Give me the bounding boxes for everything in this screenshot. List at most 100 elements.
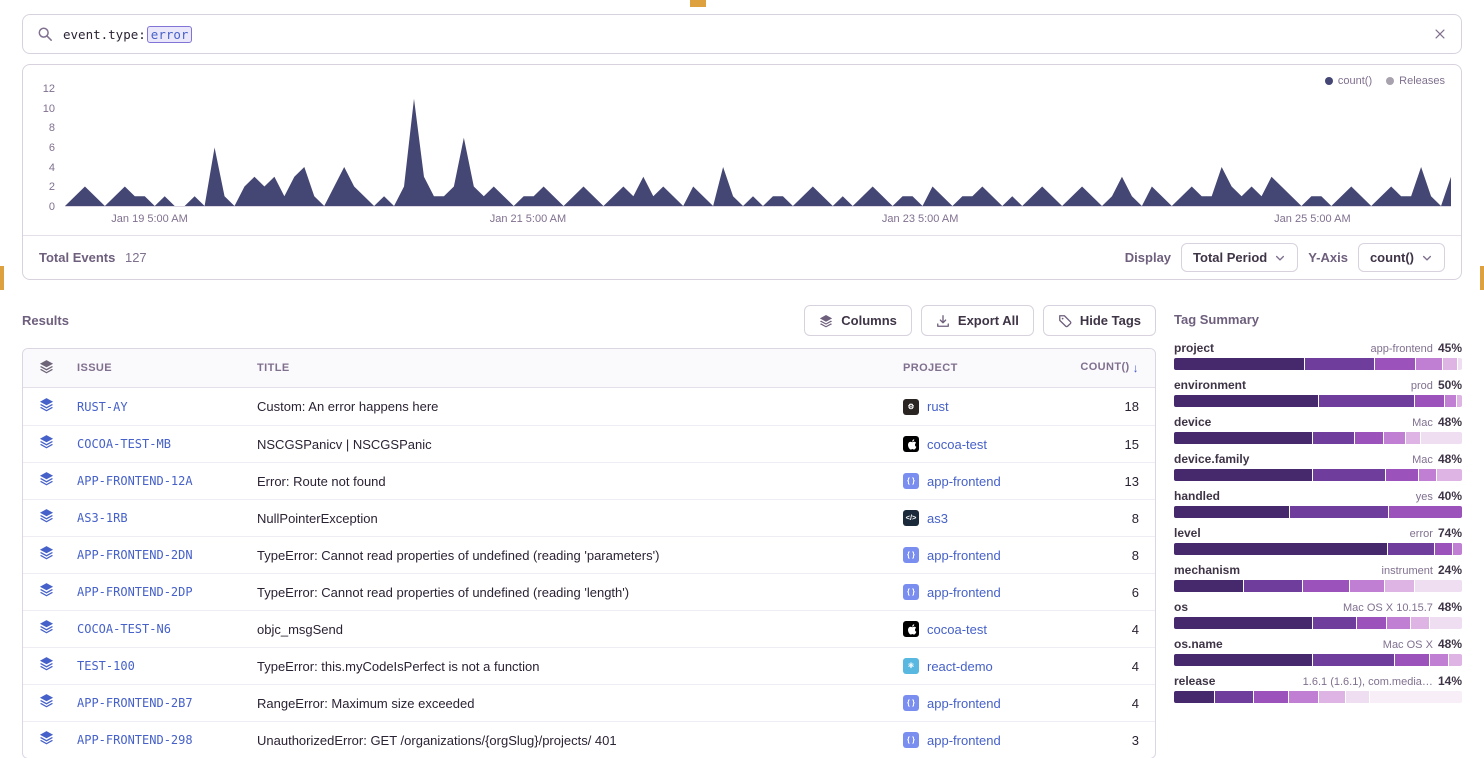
tag-bar-segment[interactable] xyxy=(1449,654,1462,666)
events-time-series-chart[interactable] xyxy=(65,89,1451,207)
tag-distribution-bar[interactable] xyxy=(1174,654,1462,666)
tag-distribution-bar[interactable] xyxy=(1174,506,1462,518)
tag-distribution-bar[interactable] xyxy=(1174,691,1462,703)
tag-bar-segment[interactable] xyxy=(1303,580,1349,592)
tag-bar-segment[interactable] xyxy=(1289,691,1318,703)
tag-bar-segment[interactable] xyxy=(1174,358,1304,370)
tag-bar-segment[interactable] xyxy=(1437,469,1462,481)
column-header-count[interactable]: COUNT() ↓ xyxy=(1065,351,1155,385)
tag-distribution-bar[interactable] xyxy=(1174,432,1462,444)
legend-item-releases[interactable]: Releases xyxy=(1386,74,1445,87)
issue-link[interactable]: APP-FRONTEND-2DP xyxy=(77,585,193,599)
tag-bar-segment[interactable] xyxy=(1406,432,1420,444)
project-link[interactable]: rust xyxy=(927,399,949,414)
tag-bar-segment[interactable] xyxy=(1389,506,1462,518)
tag-bar-segment[interactable] xyxy=(1319,691,1345,703)
project-link[interactable]: as3 xyxy=(927,511,948,526)
tag-bar-segment[interactable] xyxy=(1313,469,1385,481)
tag-bar-segment[interactable] xyxy=(1415,395,1444,407)
tag-bar-segment[interactable] xyxy=(1174,654,1312,666)
tag-distribution-bar[interactable] xyxy=(1174,543,1462,555)
tag-bar-segment[interactable] xyxy=(1350,580,1385,592)
tag-bar-segment[interactable] xyxy=(1421,432,1462,444)
issue-link[interactable]: TEST-100 xyxy=(77,659,135,673)
tag-bar-segment[interactable] xyxy=(1430,617,1462,629)
tag-bar-segment[interactable] xyxy=(1430,654,1447,666)
project-link[interactable]: app-frontend xyxy=(927,733,1001,748)
column-header-title[interactable]: TITLE xyxy=(249,352,895,384)
tag-bar-segment[interactable] xyxy=(1174,432,1312,444)
tag-bar-segment[interactable] xyxy=(1319,395,1414,407)
clear-search-icon[interactable] xyxy=(1433,27,1447,41)
tag-bar-segment[interactable] xyxy=(1215,691,1252,703)
issue-link[interactable]: AS3-1RB xyxy=(77,511,128,525)
search-bar[interactable]: event.type:error xyxy=(22,14,1462,54)
tag-bar-segment[interactable] xyxy=(1415,580,1462,592)
tag-bar-segment[interactable] xyxy=(1416,358,1442,370)
tag-bar-segment[interactable] xyxy=(1174,691,1214,703)
tag-bar-segment[interactable] xyxy=(1457,395,1462,407)
tag-bar-segment[interactable] xyxy=(1244,580,1302,592)
project-link[interactable]: app-frontend xyxy=(927,548,1001,563)
tag-bar-segment[interactable] xyxy=(1375,358,1415,370)
legend-dot xyxy=(1325,77,1333,85)
project-link[interactable]: app-frontend xyxy=(927,474,1001,489)
column-header-project[interactable]: PROJECT xyxy=(895,352,1065,384)
tag-distribution-bar[interactable] xyxy=(1174,617,1462,629)
project-link[interactable]: app-frontend xyxy=(927,696,1001,711)
tag-bar-segment[interactable] xyxy=(1386,469,1418,481)
issue-link[interactable]: RUST-AY xyxy=(77,400,128,414)
columns-button[interactable]: Columns xyxy=(804,305,912,336)
tag-top-value: Mac xyxy=(1412,417,1433,429)
tag-bar-segment[interactable] xyxy=(1254,691,1289,703)
issue-link[interactable]: COCOA-TEST-MB xyxy=(77,437,171,451)
tag-distribution-bar[interactable] xyxy=(1174,580,1462,592)
tag-bar-segment[interactable] xyxy=(1435,543,1452,555)
tag-bar-segment[interactable] xyxy=(1370,691,1462,703)
tag-bar-segment[interactable] xyxy=(1313,654,1394,666)
tag-bar-segment[interactable] xyxy=(1388,543,1434,555)
tag-bar-segment[interactable] xyxy=(1357,617,1386,629)
project-link[interactable]: cocoa-test xyxy=(927,437,987,452)
tag-bar-segment[interactable] xyxy=(1387,617,1410,629)
tag-bar-segment[interactable] xyxy=(1174,395,1318,407)
tag-bar-segment[interactable] xyxy=(1411,617,1428,629)
tag-bar-segment[interactable] xyxy=(1395,654,1430,666)
display-select[interactable]: Total Period xyxy=(1181,243,1298,272)
issue-link[interactable]: APP-FRONTEND-2B7 xyxy=(77,696,193,710)
project-link[interactable]: cocoa-test xyxy=(927,622,987,637)
hide-tags-button[interactable]: Hide Tags xyxy=(1043,305,1156,336)
tag-distribution-bar[interactable] xyxy=(1174,358,1462,370)
tag-bar-segment[interactable] xyxy=(1174,580,1243,592)
project-link[interactable]: react-demo xyxy=(927,659,993,674)
search-input[interactable]: event.type:error xyxy=(63,26,1423,43)
tag-distribution-bar[interactable] xyxy=(1174,469,1462,481)
legend-item-count[interactable]: count() xyxy=(1325,74,1372,87)
tag-bar-segment[interactable] xyxy=(1419,469,1436,481)
issue-link[interactable]: APP-FRONTEND-298 xyxy=(77,733,193,747)
issue-link[interactable]: COCOA-TEST-N6 xyxy=(77,622,171,636)
issue-link[interactable]: APP-FRONTEND-2DN xyxy=(77,548,193,562)
issue-link[interactable]: APP-FRONTEND-12A xyxy=(77,474,193,488)
tag-bar-segment[interactable] xyxy=(1313,432,1353,444)
tag-bar-segment[interactable] xyxy=(1453,543,1462,555)
y-axis-select[interactable]: count() xyxy=(1358,243,1445,272)
tag-bar-segment[interactable] xyxy=(1385,580,1414,592)
tag-bar-segment[interactable] xyxy=(1174,543,1387,555)
tag-bar-segment[interactable] xyxy=(1355,432,1384,444)
tag-bar-segment[interactable] xyxy=(1174,506,1289,518)
tag-bar-segment[interactable] xyxy=(1174,617,1312,629)
tag-bar-segment[interactable] xyxy=(1384,432,1404,444)
export-all-button[interactable]: Export All xyxy=(921,305,1034,336)
tag-bar-segment[interactable] xyxy=(1174,469,1312,481)
tag-bar-segment[interactable] xyxy=(1458,358,1462,370)
tag-bar-segment[interactable] xyxy=(1346,691,1369,703)
tag-distribution-bar[interactable] xyxy=(1174,395,1462,407)
project-link[interactable]: app-frontend xyxy=(927,585,1001,600)
column-header-issue[interactable]: ISSUE xyxy=(69,352,249,384)
tag-bar-segment[interactable] xyxy=(1445,395,1457,407)
tag-bar-segment[interactable] xyxy=(1305,358,1374,370)
tag-bar-segment[interactable] xyxy=(1443,358,1457,370)
tag-bar-segment[interactable] xyxy=(1290,506,1388,518)
tag-bar-segment[interactable] xyxy=(1313,617,1356,629)
